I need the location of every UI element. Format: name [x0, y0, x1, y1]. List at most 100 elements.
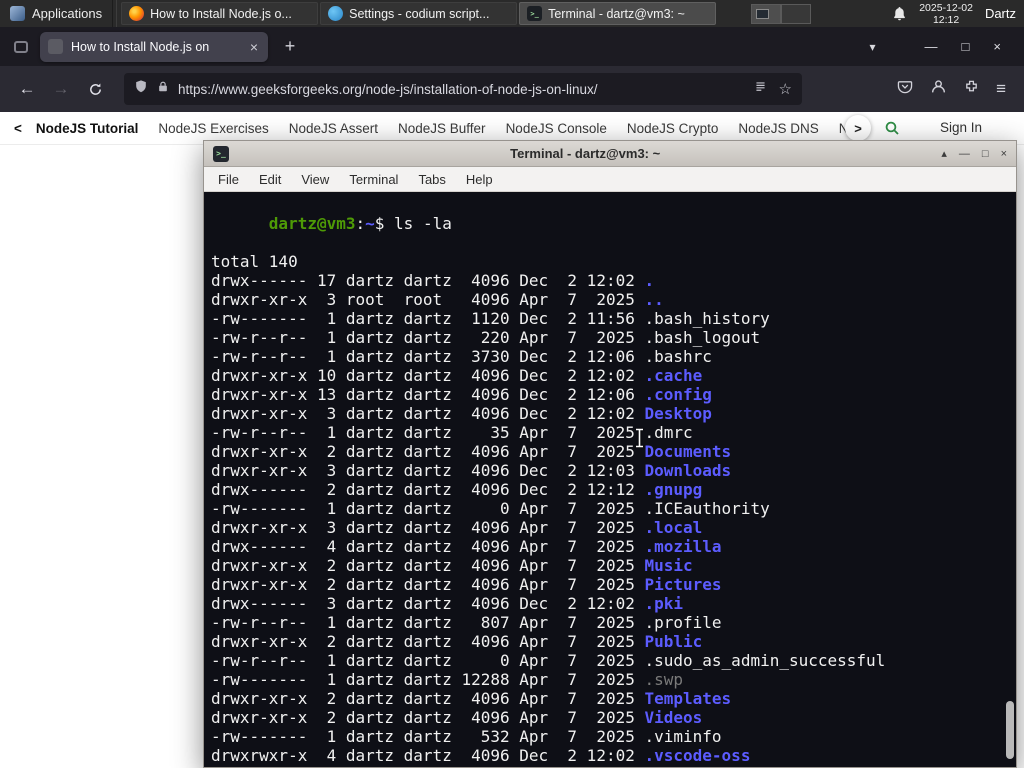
terminal-line: drwx------ 3 dartz dartz 4096 Dec 2 12:0… [211, 594, 1016, 613]
site-nav-item[interactable]: NodeJS Console [506, 121, 607, 136]
nav-scroll-right-icon[interactable]: > [845, 115, 871, 141]
firefox-view-icon [14, 40, 28, 53]
navigation-toolbar: ← → https://www.geeksforgeeks.org/node-j… [0, 66, 1024, 112]
terminal-minimize-button[interactable]: — [959, 148, 970, 160]
terminal-line: -rw------- 1 dartz dartz 48 Dec 2 10:39 … [211, 765, 1016, 767]
file-meta: -rw------- 1 dartz dartz 48 Dec 2 10:39 [211, 765, 644, 767]
workspace-1[interactable] [751, 3, 782, 24]
terminal-menu-view[interactable]: View [293, 170, 337, 189]
nav-scroll-left-icon[interactable]: < [14, 121, 22, 136]
lock-icon[interactable] [157, 80, 169, 98]
account-icon[interactable] [930, 78, 947, 100]
taskbar-window-button[interactable]: >_ Terminal - dartz@vm3: ~ [519, 2, 717, 25]
file-name: .viminfo [644, 727, 722, 746]
tab-close-icon[interactable]: × [248, 39, 260, 55]
applications-icon [10, 6, 25, 21]
site-nav-item[interactable]: NodeJS DNS [738, 121, 818, 136]
taskbar: Applications How to Install Node.js o...… [0, 0, 1024, 27]
file-meta: drwxr-xr-x 2 dartz dartz 4096 Apr 7 2025 [211, 708, 645, 727]
url-bar[interactable]: https://www.geeksforgeeks.org/node-js/in… [124, 73, 802, 105]
notifications-bell-icon[interactable] [892, 6, 907, 21]
clock-date: 2025-12-02 [919, 1, 973, 14]
url-text[interactable]: https://www.geeksforgeeks.org/node-js/in… [178, 82, 745, 97]
terminal-output-area[interactable]: dartz@vm3:~$ ls -la total 140 drwx------… [204, 192, 1016, 767]
tracking-shield-icon[interactable] [134, 79, 148, 99]
terminal-scrollbar-thumb[interactable] [1006, 701, 1014, 759]
prompt-user-host: dartz@vm3 [268, 214, 356, 233]
file-meta: -rw------- 1 dartz dartz 0 Apr 7 2025 [211, 499, 645, 518]
terminal-total-line: total 140 [211, 252, 298, 271]
terminal-close-button[interactable]: × [1001, 148, 1007, 160]
file-meta: -rw-r--r-- 1 dartz dartz 35 Apr 7 2025 [211, 423, 645, 442]
terminal-menu-terminal[interactable]: Terminal [341, 170, 406, 189]
terminal-maximize-button[interactable]: □ [982, 148, 989, 160]
file-name: .config [644, 385, 712, 404]
file-name: .bash_logout [644, 328, 761, 347]
window-minimize-button[interactable]: — [920, 39, 943, 54]
file-name: .cache [644, 366, 703, 385]
terminal-line: -rw------- 1 dartz dartz 1120 Dec 2 11:5… [211, 309, 1016, 328]
pocket-icon[interactable] [897, 79, 913, 99]
site-nav-item[interactable]: NodeJS Buffer [398, 121, 486, 136]
site-nav-item[interactable]: NodeJS Assert [289, 121, 378, 136]
file-name: Music [644, 556, 693, 575]
terminal-shade-button[interactable]: ▴ [941, 147, 947, 160]
hamburger-menu-icon[interactable]: ≡ [996, 79, 1006, 99]
terminal-titlebar[interactable]: >_ Terminal - dartz@vm3: ~ ▴ — □ × [204, 141, 1016, 167]
terminal-menu-tabs[interactable]: Tabs [410, 170, 453, 189]
file-meta: drwxr-xr-x 2 dartz dartz 4096 Apr 7 2025 [211, 556, 645, 575]
file-meta: drwxr-xr-x 3 dartz dartz 4096 Dec 2 12:0… [211, 404, 645, 423]
file-meta: -rw------- 1 dartz dartz 1120 Dec 2 11:5… [211, 309, 645, 328]
file-name: Videos [644, 708, 703, 727]
clock-time: 12:12 [932, 13, 960, 26]
file-name: .profile [644, 613, 722, 632]
workspace-2[interactable] [781, 3, 812, 24]
taskbar-window-button[interactable]: Settings - codium script... [320, 2, 518, 25]
terminal-line: drwxr-xr-x 3 dartz dartz 4096 Apr 7 2025… [211, 518, 1016, 537]
file-name: .vscode-oss [644, 746, 751, 765]
bookmark-star-icon[interactable]: ☆ [779, 80, 792, 98]
taskbar-separator [112, 0, 118, 27]
window-close-button[interactable]: × [988, 39, 1006, 54]
terminal-menu-help[interactable]: Help [458, 170, 501, 189]
browser-tab[interactable]: How to Install Node.js on × [40, 31, 268, 62]
sign-in-link[interactable]: Sign In [940, 120, 982, 135]
applications-menu-button[interactable]: Applications [0, 0, 112, 27]
file-meta: drwx------ 2 dartz dartz 4096 Dec 2 12:1… [211, 480, 645, 499]
file-name: . [644, 271, 655, 290]
extensions-icon[interactable] [964, 79, 979, 99]
file-meta: -rw------- 1 dartz dartz 532 Apr 7 2025 [211, 727, 645, 746]
prompt-command: $ ls -la [374, 214, 452, 233]
firefox-view-button[interactable] [8, 34, 34, 60]
terminal-line: drwxr-xr-x 3 root root 4096 Apr 7 2025 .… [211, 290, 1016, 309]
toolbar-icons: ≡ [897, 78, 1012, 100]
reload-button[interactable] [80, 74, 110, 104]
site-search-icon[interactable] [884, 120, 900, 136]
codium-icon [328, 6, 344, 21]
site-nav-item[interactable]: NodeJS Tutorial [36, 121, 139, 136]
terminal-menu-edit[interactable]: Edit [251, 170, 289, 189]
tab-bar-right: ▾ — □ × [870, 39, 1016, 54]
file-meta: drwxrwxr-x 4 dartz dartz 4096 Dec 2 12:0… [211, 746, 645, 765]
file-meta: drwxr-xr-x 13 dartz dartz 4096 Dec 2 12:… [211, 385, 645, 404]
file-meta: -rw-r--r-- 1 dartz dartz 807 Apr 7 2025 [211, 613, 645, 632]
file-name: Desktop [644, 404, 712, 423]
reader-mode-icon[interactable] [754, 80, 767, 99]
terminal-title: Terminal - dartz@vm3: ~ [510, 146, 661, 161]
list-all-tabs-icon[interactable]: ▾ [870, 40, 876, 54]
site-nav-item[interactable]: NodeJS Crypto [627, 121, 719, 136]
file-name: Public [644, 632, 703, 651]
terminal-line: -rw-r--r-- 1 dartz dartz 3730 Dec 2 12:0… [211, 347, 1016, 366]
file-meta: drwx------ 3 dartz dartz 4096 Dec 2 12:0… [211, 594, 645, 613]
site-nav-item[interactable]: NodeJS Exercises [158, 121, 268, 136]
terminal-listing: drwx------ 17 dartz dartz 4096 Dec 2 12:… [211, 271, 1016, 767]
tab-bar: How to Install Node.js on × + ▾ — □ × [0, 27, 1024, 66]
new-tab-button[interactable]: + [276, 33, 304, 61]
terminal-line: drwx------ 2 dartz dartz 4096 Dec 2 12:1… [211, 480, 1016, 499]
taskbar-window-button[interactable]: How to Install Node.js o... [121, 2, 319, 25]
back-button[interactable]: ← [12, 74, 42, 104]
window-maximize-button[interactable]: □ [957, 39, 975, 54]
terminal-window-controls: ▴ — □ × [941, 147, 1007, 161]
terminal-line: -rw------- 1 dartz dartz 12288 Apr 7 202… [211, 670, 1016, 689]
terminal-menu-file[interactable]: File [210, 170, 247, 189]
